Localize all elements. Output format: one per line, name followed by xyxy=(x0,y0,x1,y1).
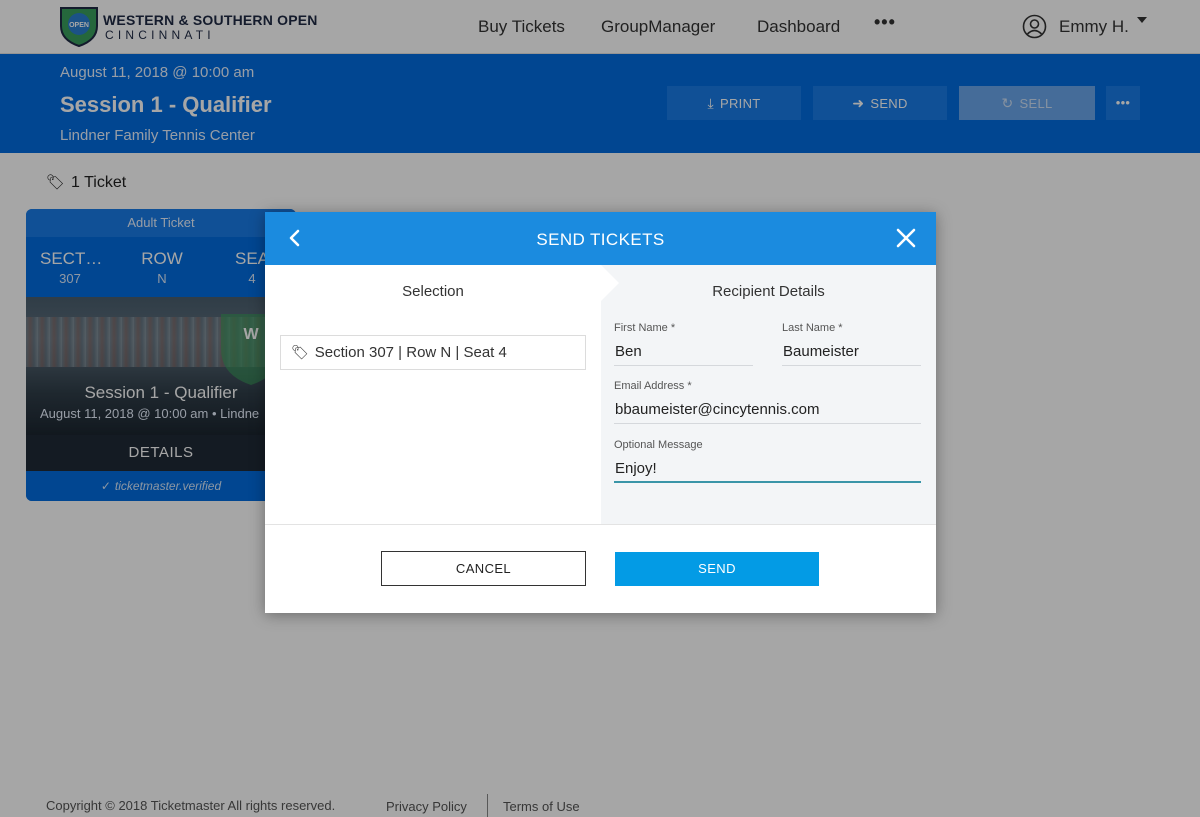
recipient-heading: Recipient Details xyxy=(712,283,825,300)
ticket-tag-icon: 🏷 xyxy=(291,344,309,360)
selection-heading: Selection xyxy=(402,283,464,300)
send-tickets-modal: SEND TICKETS Selection Recipient Details… xyxy=(265,212,936,613)
modal-title: SEND TICKETS xyxy=(536,230,665,249)
last-name-input[interactable] xyxy=(782,342,921,366)
close-icon[interactable] xyxy=(895,227,917,249)
message-label: Optional Message xyxy=(614,439,703,451)
selection-pane xyxy=(265,265,601,524)
email-field: Email Address * xyxy=(614,380,921,424)
email-input[interactable] xyxy=(614,400,921,424)
message-field: Optional Message xyxy=(614,439,921,483)
first-name-field: First Name * xyxy=(614,322,753,366)
modal-header: SEND TICKETS xyxy=(265,212,936,265)
selected-ticket-label: Section 307 | Row N | Seat 4 xyxy=(314,344,507,361)
last-name-field: Last Name * xyxy=(782,322,921,366)
first-name-label: First Name * xyxy=(614,322,676,334)
email-label: Email Address * xyxy=(614,380,692,392)
last-name-label: Last Name * xyxy=(782,322,843,334)
cancel-button[interactable]: CANCEL xyxy=(381,551,586,586)
message-input[interactable] xyxy=(614,459,921,483)
first-name-input[interactable] xyxy=(614,342,753,366)
modal-divider xyxy=(265,524,936,525)
send-button[interactable]: SEND xyxy=(615,552,819,586)
selected-ticket[interactable]: 🏷 Section 307 | Row N | Seat 4 xyxy=(280,335,586,370)
